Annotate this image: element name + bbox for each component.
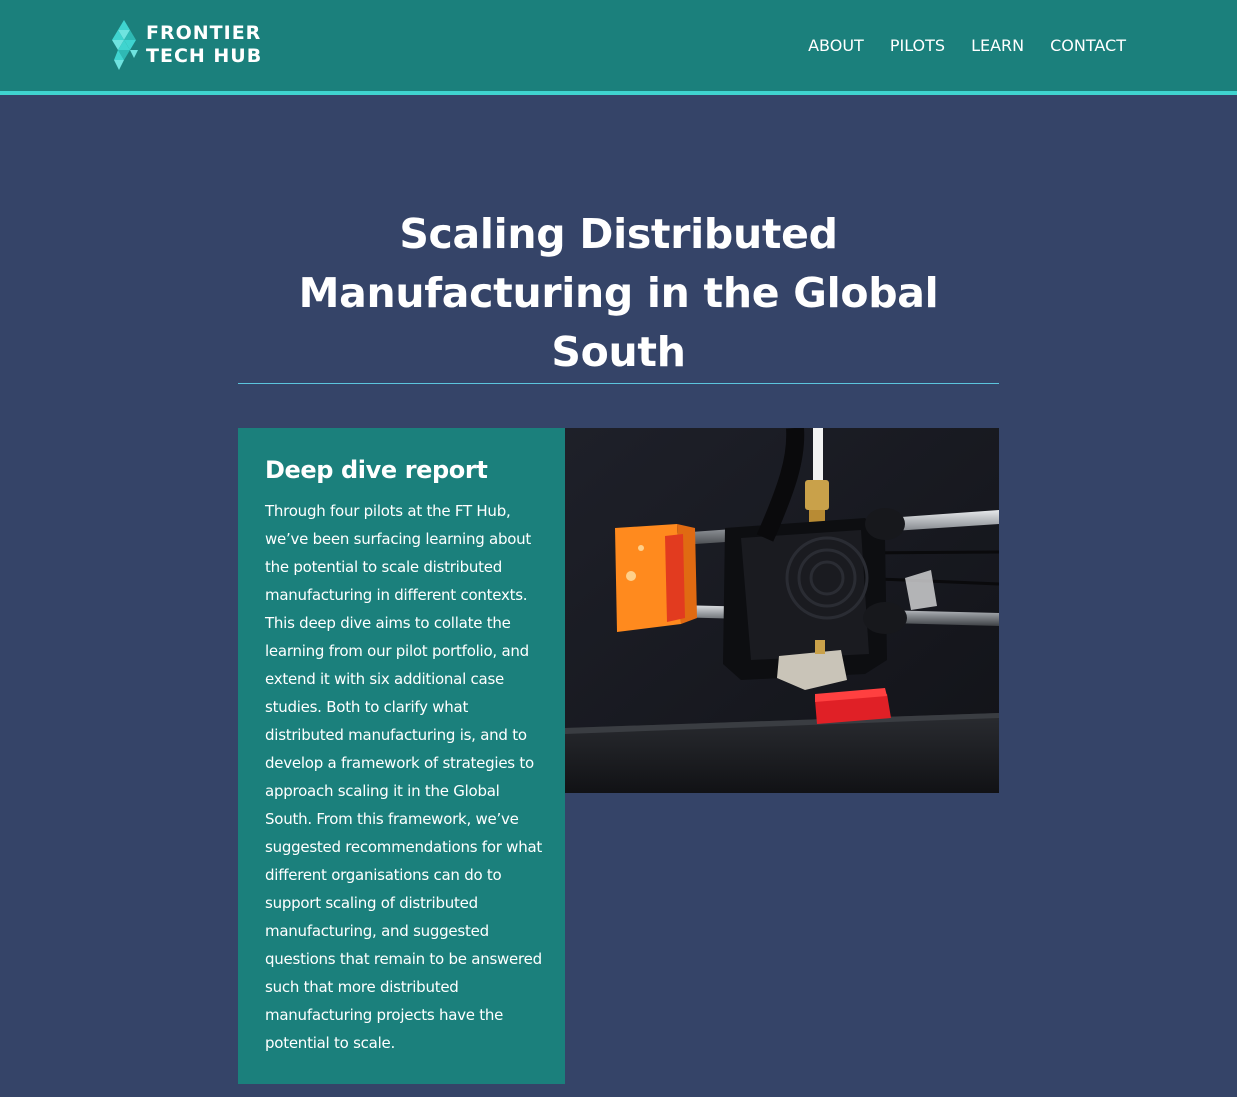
nav-item-contact[interactable]: CONTACT	[1050, 34, 1126, 58]
nav-item-pilots[interactable]: PILOTS	[890, 34, 945, 58]
report-heading: Deep dive report	[265, 456, 488, 484]
3d-printer-image	[565, 428, 999, 793]
logo-line-2: TECH HUB	[146, 45, 263, 67]
3d-printer-illustration	[565, 428, 999, 793]
nav-item-learn[interactable]: LEARN	[971, 34, 1024, 58]
main-nav: ABOUT PILOTS LEARN CONTACT	[808, 34, 1126, 58]
title-divider	[238, 383, 999, 384]
nav-item-about[interactable]: ABOUT	[808, 34, 864, 58]
logo-icon	[112, 20, 138, 70]
report-body: Through four pilots at the FT Hub, we’ve…	[265, 502, 543, 1052]
logo-line-1: FRONTIER	[146, 22, 262, 44]
page-title: Scaling Distributed Manufacturing in the…	[298, 210, 939, 376]
deep-dive-report-card: Deep dive report Through four pilots at …	[238, 428, 565, 1084]
logo-link[interactable]: FRONTIER TECH HUB	[110, 20, 262, 70]
logo-text: FRONTIER TECH HUB	[146, 22, 262, 68]
site-header: FRONTIER TECH HUB ABOUT PILOTS LEARN CON…	[0, 0, 1237, 95]
